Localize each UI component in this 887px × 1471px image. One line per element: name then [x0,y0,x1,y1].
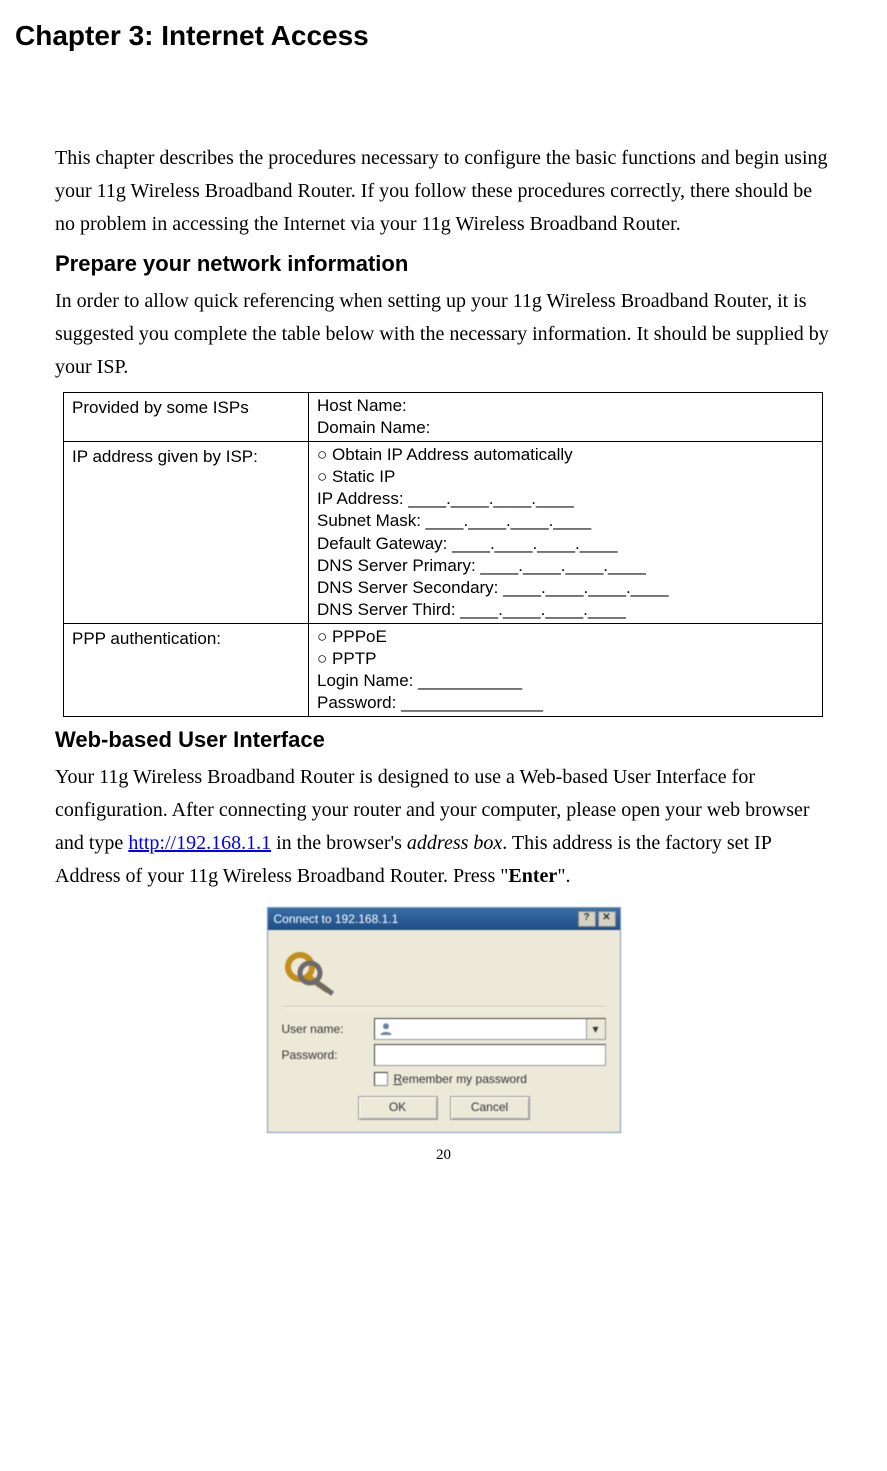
connect-dialog: Connect to 192.168.1.1 ? ✕ User name: [267,907,621,1133]
dns-secondary-line: DNS Server Secondary: ____.____.____.___… [317,577,816,599]
opt-static-ip: Static IP [332,467,395,486]
opt-pptp: PPTP [332,649,376,668]
default-gateway-line: Default Gateway: ____.____.____.____ [317,533,816,555]
dns-primary-line: DNS Server Primary: ____.____.____.____ [317,555,816,577]
cell-provided-isp: Provided by some ISPs [64,393,309,442]
section-webui-heading: Web-based User Interface [55,727,832,753]
router-ip-link[interactable]: http://192.168.1.1 [128,832,271,854]
opt-obtain-auto: Obtain IP Address automatically [332,445,573,464]
intro-paragraph: This chapter describes the procedures ne… [55,142,832,241]
address-box-term: address box [407,832,502,854]
login-dialog-figure: Connect to 192.168.1.1 ? ✕ User name: [55,907,832,1133]
section-prepare-heading: Prepare your network information [55,251,832,277]
password-line: Password: _______________ [317,692,816,714]
password-label: Password: [282,1048,374,1062]
close-button[interactable]: ✕ [598,911,616,927]
remember-label: RRemember my passwordemember my password [394,1072,527,1086]
remember-checkbox[interactable] [374,1072,388,1086]
page-number: 20 [55,1147,832,1164]
domain-name-label: Domain Name: [317,418,430,437]
cancel-button[interactable]: Cancel [450,1096,530,1120]
radio-icon: ○ [317,445,327,464]
login-name-line: Login Name: ___________ [317,670,816,692]
keys-icon [282,940,606,1006]
chapter-title: Chapter 3: Internet Access [15,20,832,52]
chevron-down-icon[interactable]: ▾ [586,1019,605,1039]
para-text: in the browser's [271,832,407,854]
username-input[interactable]: ▾ [374,1018,606,1040]
table-row: IP address given by ISP: ○ Obtain IP Add… [64,442,823,624]
ok-button[interactable]: OK [358,1096,438,1120]
dialog-title: Connect to 192.168.1.1 [274,912,399,926]
dns-third-line: DNS Server Third: ____.____.____.____ [317,599,816,621]
table-row: PPP authentication: ○ PPPoE ○ PPTP Login… [64,623,823,716]
person-icon [379,1022,393,1036]
opt-pppoe: PPPoE [332,627,387,646]
network-info-table: Provided by some ISPs Host Name: Domain … [63,392,823,717]
radio-icon: ○ [317,627,327,646]
cell-ppp-auth: PPP authentication: [64,623,309,716]
subnet-mask-line: Subnet Mask: ____.____.____.____ [317,510,816,532]
section-webui-paragraph: Your 11g Wireless Broadband Router is de… [55,761,832,893]
para-text: ". [557,865,570,887]
help-button[interactable]: ? [578,911,596,927]
cell-ip-given: IP address given by ISP: [64,442,309,624]
cell-ip-options: ○ Obtain IP Address automatically ○ Stat… [309,442,823,624]
host-name-label: Host Name: [317,396,407,415]
cell-ppp-options: ○ PPPoE ○ PPTP Login Name: ___________ P… [309,623,823,716]
enter-key-term: Enter [508,865,557,887]
cell-host-domain: Host Name: Domain Name: [309,393,823,442]
radio-icon: ○ [317,467,327,486]
section-prepare-paragraph: In order to allow quick referencing when… [55,285,832,384]
username-label: User name: [282,1022,374,1036]
table-row: Provided by some ISPs Host Name: Domain … [64,393,823,442]
dialog-titlebar: Connect to 192.168.1.1 ? ✕ [268,908,620,930]
password-input[interactable] [374,1044,606,1066]
ip-address-line: IP Address: ____.____.____.____ [317,488,816,510]
radio-icon: ○ [317,649,327,668]
